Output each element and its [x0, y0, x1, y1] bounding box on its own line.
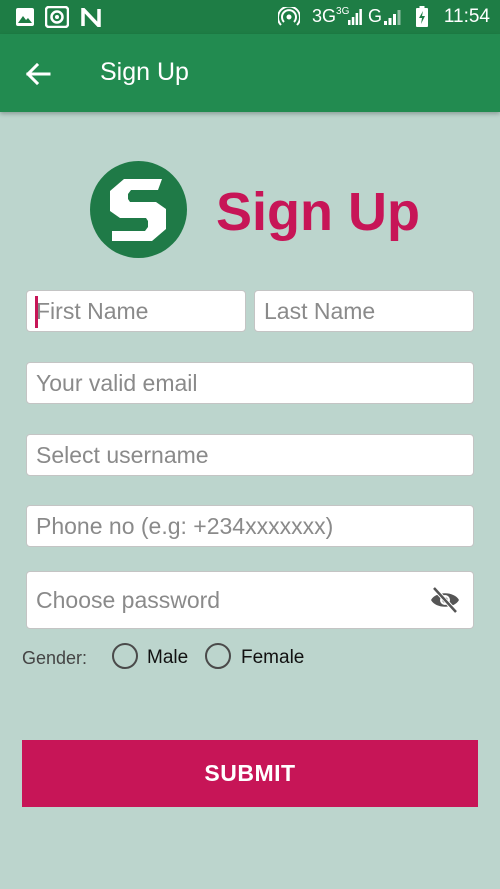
gender-label: Gender:	[22, 648, 88, 668]
first-name-input[interactable]	[27, 291, 245, 331]
password-input[interactable]	[27, 572, 473, 628]
battery-charging-icon	[416, 6, 428, 27]
gender-female-label[interactable]: Female	[241, 647, 304, 669]
last-name-input[interactable]	[255, 291, 473, 331]
status-bar: 3G3G G 11:54	[0, 0, 500, 34]
network-type: 3G3G	[312, 6, 350, 26]
gender-male-label[interactable]: Male	[147, 647, 188, 669]
signal-icon	[348, 9, 362, 25]
first-name-field[interactable]	[26, 290, 246, 332]
password-field[interactable]	[26, 571, 474, 629]
image-icon	[16, 8, 34, 26]
phone-input[interactable]	[27, 506, 473, 546]
hotspot-icon	[278, 7, 300, 26]
gender-row: Gender: Male Female	[22, 640, 482, 674]
text-cursor	[35, 296, 38, 328]
status-time: 11:54	[443, 6, 490, 27]
last-name-field[interactable]	[254, 290, 474, 332]
app-bar-title: Sign Up	[100, 58, 189, 86]
visibility-off-icon[interactable]	[429, 585, 461, 615]
network-type-2: G	[368, 6, 383, 26]
username-field[interactable]	[26, 434, 474, 476]
logo	[90, 161, 187, 258]
gender-male-radio[interactable]	[112, 643, 138, 669]
arrow-back-icon[interactable]	[22, 58, 54, 90]
record-icon	[45, 6, 69, 28]
phone-field[interactable]	[26, 505, 474, 547]
gender-female-radio[interactable]	[205, 643, 231, 669]
email-field[interactable]	[26, 362, 474, 404]
n-app-icon	[81, 8, 101, 27]
submit-button[interactable]: SUBMIT	[22, 740, 478, 807]
app-bar: Sign Up	[0, 34, 500, 112]
signal-icon-2	[384, 10, 401, 25]
username-input[interactable]	[27, 435, 473, 475]
email-input[interactable]	[27, 363, 473, 403]
page-heading: Sign Up	[216, 182, 420, 242]
